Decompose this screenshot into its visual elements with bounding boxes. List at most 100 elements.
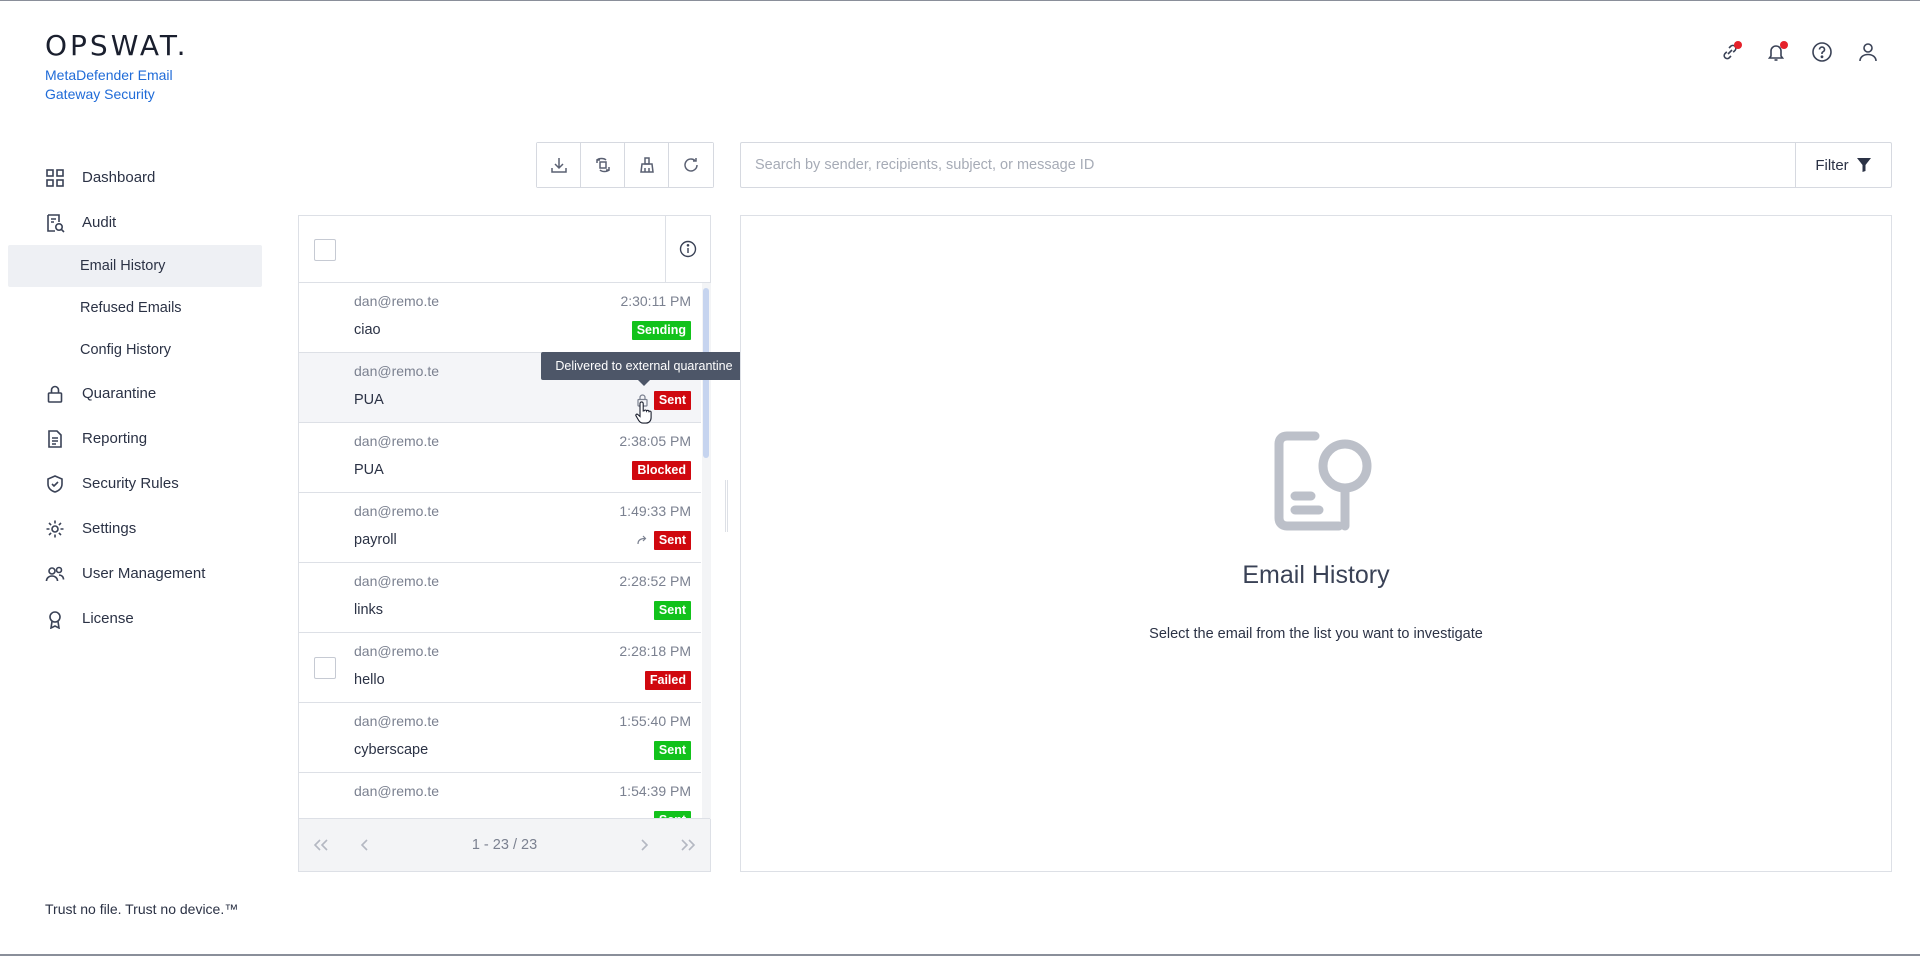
sidebar-item-user-management[interactable]: User Management bbox=[8, 551, 262, 596]
prev-page-button[interactable] bbox=[343, 819, 387, 872]
row-sender: dan@remo.te bbox=[354, 573, 440, 589]
sidebar-item-label: Reporting bbox=[82, 430, 148, 447]
select-all-checkbox[interactable] bbox=[314, 239, 336, 261]
row-subject: ciao bbox=[354, 322, 381, 338]
shield-check-icon bbox=[45, 474, 65, 494]
email-row[interactable]: dan@remo.te PUA 2:38:05 PM Blocked bbox=[299, 423, 701, 493]
email-list-panel: dan@remo.te ciao 2:30:11 PM Sending dan@… bbox=[298, 215, 711, 872]
report-icon bbox=[45, 429, 65, 449]
chevrons-left-icon bbox=[313, 839, 328, 851]
document-search-icon bbox=[1274, 431, 1372, 531]
email-row[interactable]: dan@remo.te payroll 1:49:33 PM Sent bbox=[299, 493, 701, 563]
info-button[interactable] bbox=[665, 216, 710, 282]
filter-icon bbox=[1856, 158, 1871, 172]
filter-button[interactable]: Filter bbox=[1795, 143, 1891, 187]
panel-resize-handle[interactable] bbox=[725, 480, 728, 532]
email-row[interactable]: dan@remo.te links 2:28:52 PM Sent bbox=[299, 563, 701, 633]
first-page-button[interactable] bbox=[299, 819, 343, 872]
email-row[interactable]: dan@remo.te cyberscape 1:55:40 PM Sent bbox=[299, 703, 701, 773]
notification-dot bbox=[1734, 41, 1742, 49]
status-badge: Blocked bbox=[632, 461, 691, 480]
help-icon bbox=[1812, 42, 1832, 62]
chevron-left-icon bbox=[360, 839, 368, 851]
row-time: 2:28:52 PM bbox=[619, 573, 691, 589]
row-checkbox[interactable] bbox=[314, 657, 336, 679]
user-account-button[interactable] bbox=[1856, 40, 1880, 64]
sync-icon bbox=[595, 157, 610, 173]
row-sender: dan@remo.te bbox=[354, 643, 440, 659]
status-badge: Sending bbox=[631, 321, 691, 340]
sidebar-item-label: Dashboard bbox=[82, 169, 156, 186]
forward-icon bbox=[635, 533, 649, 547]
search-input[interactable] bbox=[741, 143, 1795, 187]
sidebar-item-quarantine[interactable]: Quarantine bbox=[8, 371, 262, 416]
notification-dot bbox=[1780, 41, 1788, 49]
pagination: 1 - 23 / 23 bbox=[299, 818, 710, 871]
filter-label: Filter bbox=[1815, 156, 1849, 174]
status-badge: Sent bbox=[653, 601, 691, 620]
row-time: 1:54:39 PM bbox=[619, 783, 691, 799]
row-subject: cyberscape bbox=[354, 742, 429, 758]
list-toolbar bbox=[536, 142, 714, 188]
status-badge: Sent bbox=[653, 531, 691, 550]
sidebar-item-settings[interactable]: Settings bbox=[8, 506, 262, 551]
brand: OPSWAT. MetaDefender Email Gateway Secur… bbox=[45, 30, 275, 104]
audit-icon bbox=[45, 213, 65, 233]
row-time: 2:38:05 PM bbox=[619, 433, 691, 449]
sidebar-item-refused-emails[interactable]: Refused Emails bbox=[8, 287, 262, 329]
hand-cursor-icon bbox=[635, 401, 652, 424]
gear-icon bbox=[45, 519, 65, 539]
row-time: 1:49:33 PM bbox=[619, 503, 691, 519]
sidebar-item-label: User Management bbox=[82, 565, 206, 582]
chevrons-right-icon bbox=[681, 839, 696, 851]
window-top-border bbox=[0, 0, 1920, 1]
sidebar-item-license[interactable]: License bbox=[8, 596, 262, 641]
refresh-button[interactable] bbox=[669, 143, 713, 187]
email-row[interactable]: dan@remo.te hello 2:28:18 PM Failed bbox=[299, 633, 701, 703]
download-icon bbox=[550, 158, 567, 173]
product-name: MetaDefender Email Gateway Security bbox=[45, 67, 173, 102]
email-row[interactable]: dan@remo.te ciao 2:30:11 PM Sending bbox=[299, 283, 701, 353]
status-badge: Failed bbox=[644, 671, 691, 690]
sidebar-item-email-history[interactable]: Email History bbox=[8, 245, 262, 287]
row-subject: links bbox=[354, 602, 384, 618]
notifications-button[interactable] bbox=[1764, 40, 1788, 64]
row-sender: dan@remo.te bbox=[354, 363, 440, 379]
refresh-icon bbox=[684, 158, 698, 172]
user-icon bbox=[1859, 43, 1877, 62]
sidebar-item-security-rules[interactable]: Security Rules bbox=[8, 461, 262, 506]
status-badge: Sent bbox=[653, 741, 691, 760]
sidebar-item-label: Audit bbox=[82, 214, 117, 231]
sidebar-item-label: Settings bbox=[82, 520, 137, 537]
row-sender: dan@remo.te bbox=[354, 783, 440, 799]
email-detail-panel: Email History Select the email from the … bbox=[740, 215, 1892, 872]
row-time: 2:30:11 PM bbox=[620, 293, 691, 309]
sidebar-item-dashboard[interactable]: Dashboard bbox=[8, 155, 262, 200]
row-subject: PUA bbox=[354, 462, 384, 478]
search-bar: Filter bbox=[740, 142, 1892, 188]
info-icon bbox=[679, 240, 697, 258]
row-sender: dan@remo.te bbox=[354, 293, 440, 309]
row-subject: PUA bbox=[354, 392, 384, 408]
sidebar-item-audit[interactable]: Audit bbox=[8, 200, 262, 245]
users-icon bbox=[45, 564, 65, 584]
next-page-button[interactable] bbox=[622, 819, 666, 872]
help-button[interactable] bbox=[1810, 40, 1834, 64]
row-time: 1:55:40 PM bbox=[619, 713, 691, 729]
row-sender: dan@remo.te bbox=[354, 433, 440, 449]
empty-state-subtitle: Select the email from the list you want … bbox=[1149, 626, 1483, 642]
opswat-logo[interactable]: OPSWAT. bbox=[45, 30, 275, 62]
export-button[interactable] bbox=[537, 143, 581, 187]
clean-button[interactable] bbox=[625, 143, 669, 187]
integrations-button[interactable] bbox=[1718, 40, 1742, 64]
reprocess-button[interactable] bbox=[581, 143, 625, 187]
sidebar-item-label: Security Rules bbox=[82, 475, 179, 492]
sidebar-item-config-history[interactable]: Config History bbox=[8, 329, 262, 371]
email-row[interactable]: dan@remo.te 1:54:39 PM Sent bbox=[299, 773, 701, 819]
row-sender: dan@remo.te bbox=[354, 503, 440, 519]
last-page-button[interactable] bbox=[666, 819, 710, 872]
row-time: 2:28:18 PM bbox=[619, 643, 691, 659]
sidebar-item-reporting[interactable]: Reporting bbox=[8, 416, 262, 461]
tooltip: Delivered to external quarantine bbox=[541, 352, 747, 386]
broom-icon bbox=[639, 157, 654, 173]
